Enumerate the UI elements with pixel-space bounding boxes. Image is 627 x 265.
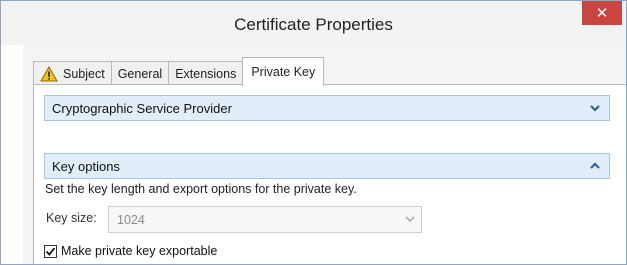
chevron-down-icon — [590, 105, 600, 112]
key-size-select[interactable]: 1024 — [108, 206, 422, 233]
window-title: Certificate Properties — [234, 15, 393, 34]
close-icon: ✕ — [595, 5, 609, 22]
tab-general[interactable]: General — [110, 61, 170, 85]
key-options-description: Set the key length and export options fo… — [45, 182, 357, 196]
tab-strip: Subject General Extensions Private Key — [33, 55, 325, 86]
tab-private-key[interactable]: Private Key — [242, 57, 325, 86]
tab-extensions-label: Extensions — [175, 66, 237, 81]
key-size-label: Key size: — [46, 211, 97, 225]
chevron-up-icon — [590, 162, 600, 169]
tab-subject[interactable]: Subject — [33, 61, 112, 85]
key-size-value: 1024 — [117, 212, 145, 227]
tab-subject-label: Subject — [63, 66, 105, 81]
csp-section-header[interactable]: Cryptographic Service Provider — [44, 95, 610, 121]
key-options-section-label: Key options — [52, 158, 120, 174]
warning-icon — [40, 65, 58, 81]
key-options-section-header[interactable]: Key options — [44, 153, 610, 179]
tab-extensions[interactable]: Extensions — [168, 61, 244, 85]
csp-section-label: Cryptographic Service Provider — [52, 100, 232, 116]
close-button[interactable]: ✕ — [582, 1, 622, 25]
checkmark-icon — [45, 246, 56, 256]
chevron-down-icon — [405, 216, 415, 222]
tab-general-label: General — [117, 66, 163, 81]
dialog-body: Subject General Extensions Private Key C… — [23, 45, 626, 264]
title-bar: Certificate Properties ✕ — [1, 1, 626, 45]
tab-private-key-label: Private Key — [251, 65, 316, 79]
exportable-option[interactable]: Make private key exportable — [44, 244, 217, 258]
exportable-checkbox[interactable] — [44, 244, 57, 258]
tab-panel-private-key: Cryptographic Service Provider Key optio… — [33, 84, 626, 264]
certificate-properties-window: Certificate Properties ✕ Subject General… — [0, 0, 627, 265]
exportable-label: Make private key exportable — [61, 244, 218, 258]
